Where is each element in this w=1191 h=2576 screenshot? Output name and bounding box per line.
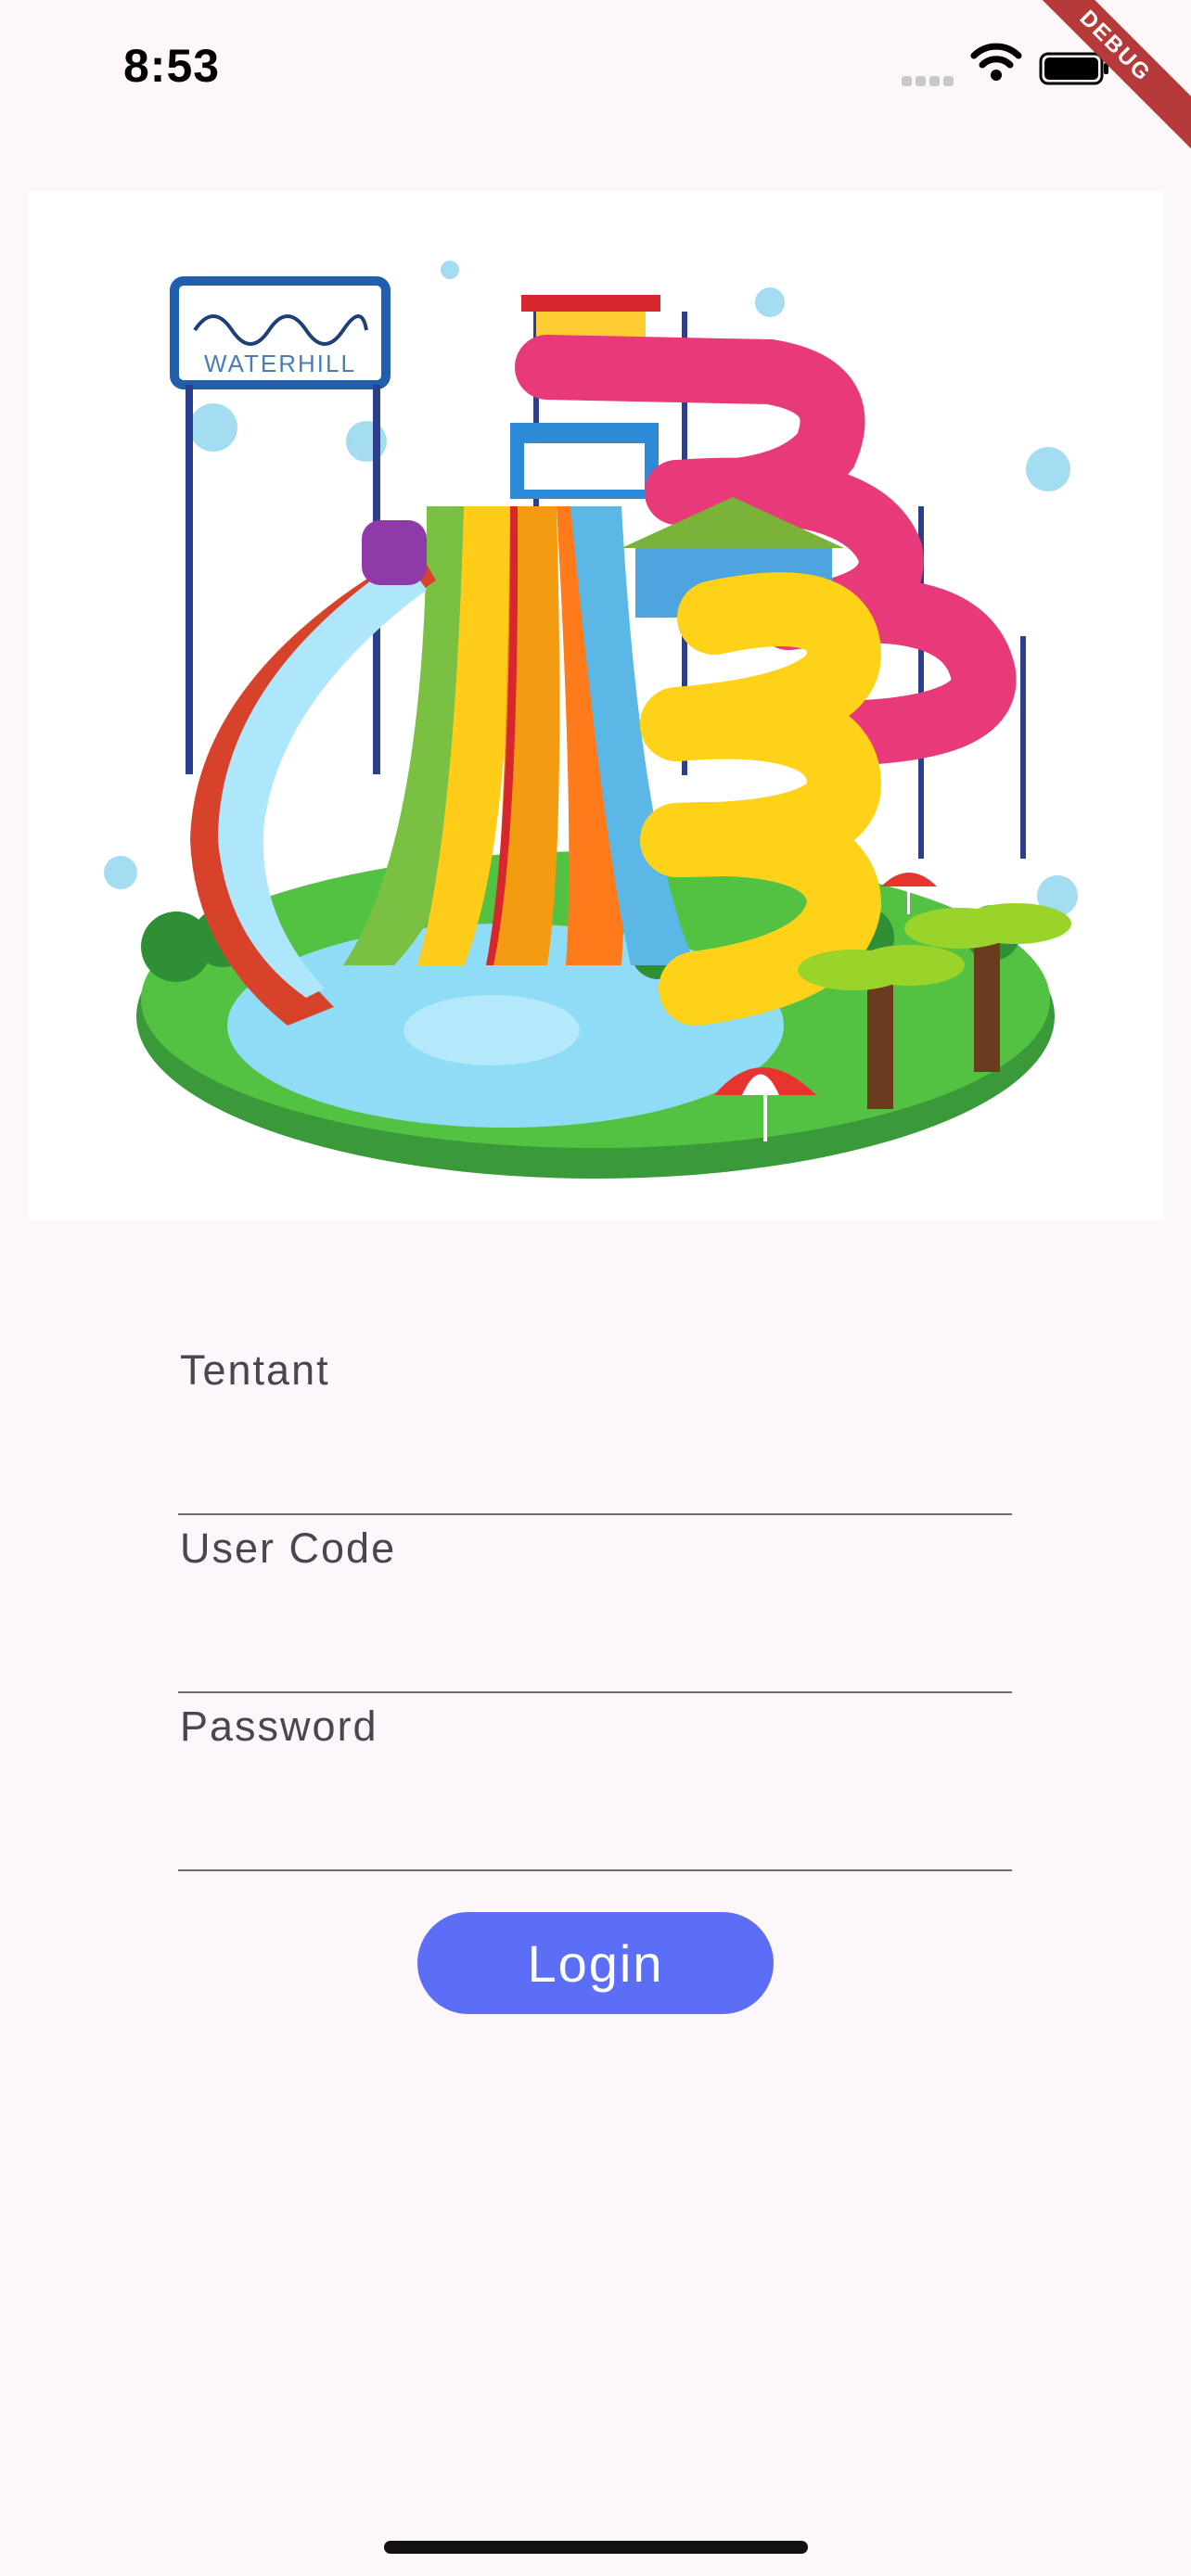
tenant-field[interactable]: Tentant — [178, 1346, 1016, 1515]
user-code-input[interactable] — [178, 1625, 1016, 1691]
home-indicator[interactable] — [384, 2541, 808, 2554]
debug-banner: DEBUG — [1024, 0, 1191, 167]
wifi-icon — [970, 43, 1022, 81]
login-button[interactable]: Login — [417, 1912, 774, 2014]
tenant-label: Tentant — [180, 1346, 330, 1394]
sign-text: WATERHILL — [204, 350, 356, 377]
debug-banner-label: DEBUG — [1024, 0, 1191, 159]
user-code-field[interactable]: User Code — [178, 1524, 1016, 1693]
status-time: 8:53 — [123, 40, 221, 92]
password-input[interactable] — [178, 1803, 1016, 1869]
waterpark-illustration: WATERHILL — [28, 191, 1164, 1220]
password-field[interactable]: Password — [178, 1702, 1016, 1871]
tenant-input[interactable] — [178, 1447, 1016, 1513]
signal-icon — [902, 74, 957, 86]
status-bar: 8:53 — [0, 0, 1191, 139]
password-label: Password — [180, 1702, 378, 1750]
user-code-label: User Code — [180, 1524, 397, 1572]
